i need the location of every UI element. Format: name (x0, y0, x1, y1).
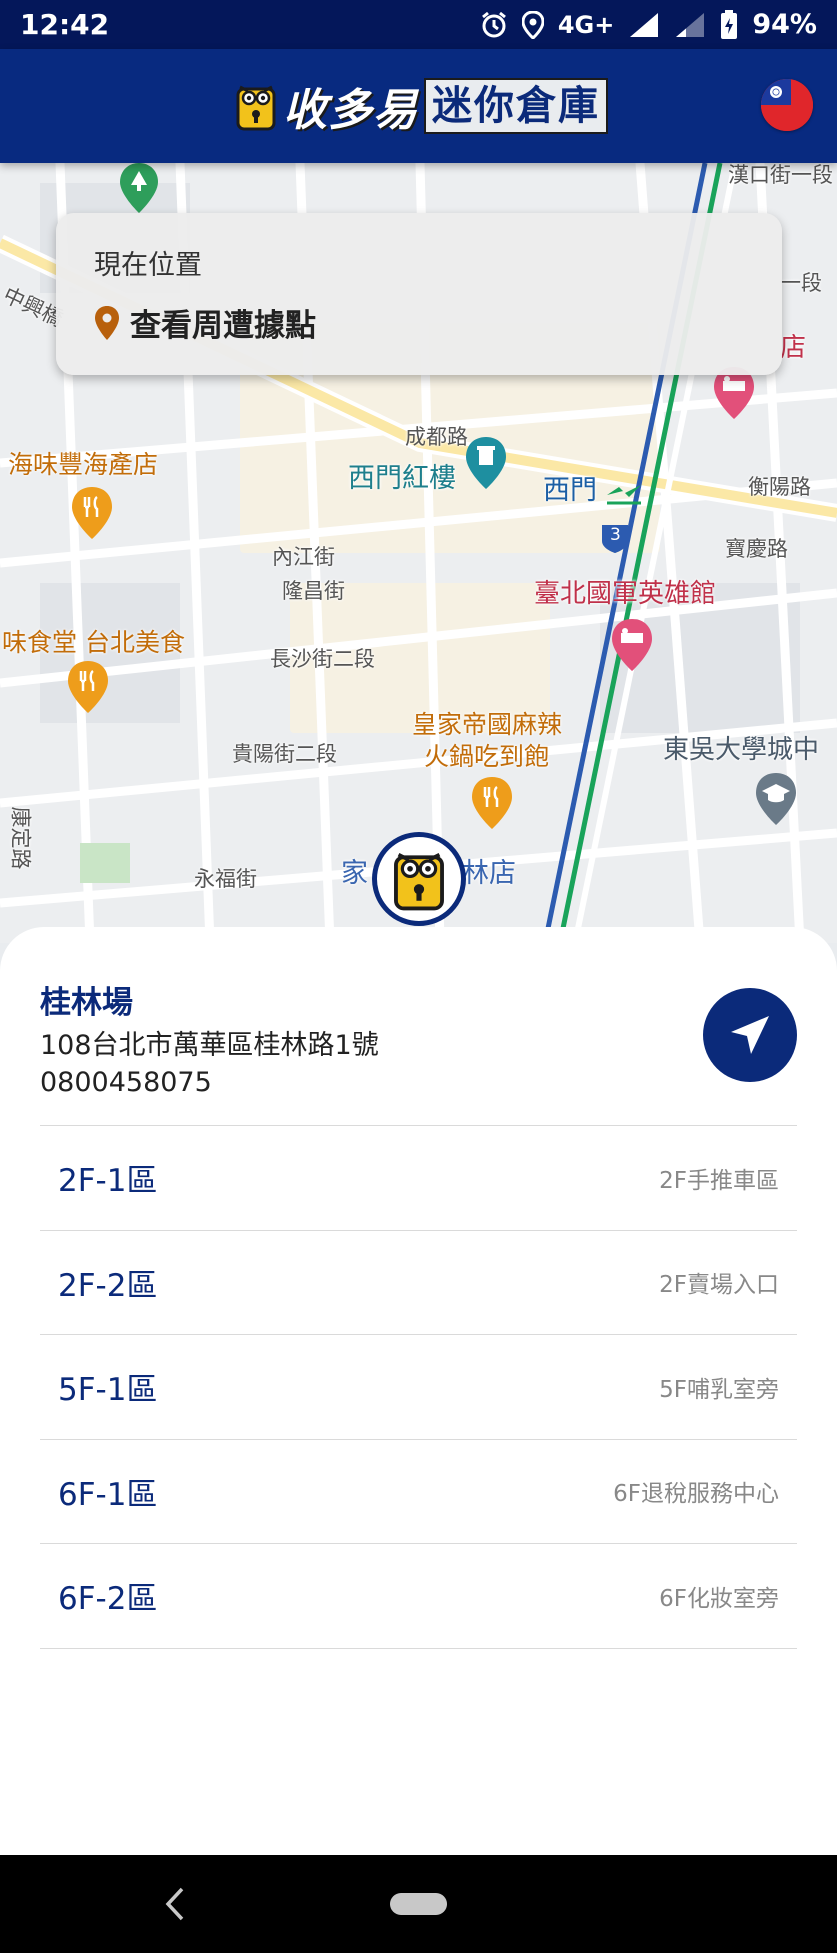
zone-row-2[interactable]: 5F-1區 5F哺乳室旁 (40, 1335, 797, 1440)
location-icon (521, 10, 544, 39)
map-label-ximen-red-house: 西門紅樓 (348, 463, 456, 494)
map-label-chengdu: 成都路 (405, 425, 468, 449)
map-label-store-right: 林店 (462, 858, 516, 889)
back-icon[interactable] (160, 1885, 190, 1923)
location-pin-icon (95, 305, 119, 340)
zone-name: 2F-2區 (58, 1267, 158, 1304)
brand-subtitle: 迷你倉庫 (424, 78, 608, 134)
hotel-pin-icon-2[interactable] (610, 617, 654, 673)
restaurant-pin-icon-2[interactable] (66, 659, 110, 715)
school-pin-icon[interactable] (754, 771, 798, 827)
zone-row-1[interactable]: 2F-2區 2F賣場入口 (40, 1231, 797, 1335)
map-label-duan: 一段 (780, 271, 822, 295)
signal-icon (630, 12, 659, 37)
map-label-guiyang: 貴陽街二段 (232, 742, 337, 766)
store-detail-sheet: 桂林場 108台北市萬華區桂林路1號 0800458075 2F-1區 2F手推… (0, 927, 837, 1855)
network-type: 4G+ (557, 10, 615, 39)
map-label-store-left: 家 (341, 858, 368, 889)
landmark-pin-icon[interactable] (464, 435, 508, 491)
restaurant-pin-icon-3[interactable] (470, 775, 514, 831)
map-label-changsha: 長沙街二段 (270, 647, 375, 671)
owl-lock-icon (236, 85, 276, 131)
home-pill-button[interactable] (390, 1893, 447, 1915)
store-address: 108台北市萬華區桂林路1號 (40, 1030, 379, 1061)
map-label-hero-house: 臺北國軍英雄館 (534, 579, 717, 609)
view-nearby-button[interactable]: 查看周遭據點 (94, 300, 744, 345)
zone-description: 6F化妝室旁 (659, 1585, 779, 1612)
route-number: 3 (610, 525, 621, 545)
app-logo: 收多易 迷你倉庫 (235, 74, 608, 138)
map-label-dian: 店 (780, 333, 807, 363)
mrt-station-icon[interactable] (605, 483, 643, 507)
zone-description: 5F哺乳室旁 (659, 1376, 779, 1403)
taiwan-flag-icon (761, 79, 813, 131)
zone-description: 6F退稅服務中心 (613, 1481, 779, 1508)
map-label-kangding: 康定路 (8, 806, 33, 870)
zone-name: 5F-1區 (58, 1372, 158, 1409)
signal-weak-icon (676, 12, 705, 37)
status-icons: 4G+ 94% (480, 9, 817, 40)
system-navigation-bar (0, 1855, 837, 1953)
map-label-neijiang: 內江街 (272, 545, 335, 569)
navigate-button[interactable] (703, 988, 797, 1082)
app-header: 收多易 迷你倉庫 (0, 49, 837, 163)
battery-percent: 94% (752, 9, 817, 40)
current-location-title: 現在位置 (94, 250, 202, 281)
zone-description: 2F手推車區 (659, 1167, 779, 1194)
zone-description: 2F賣場入口 (659, 1272, 779, 1299)
map-label-yongfu: 永福街 (194, 867, 257, 891)
map-label-hankou: 漢口街一段 (728, 163, 833, 187)
map-label-longshan: 隆昌街 (282, 579, 345, 603)
alarm-icon (481, 11, 506, 37)
zone-row-4[interactable]: 6F-2區 6F化妝室旁 (40, 1544, 797, 1649)
park-pin-icon[interactable] (118, 163, 160, 215)
brand-name: 收多易 (283, 85, 418, 136)
map-label-seafood: 海味豐海產店 (8, 450, 159, 479)
store-map-marker[interactable] (372, 832, 466, 926)
map-label-hotpot-1: 皇家帝國麻辣 (412, 710, 563, 739)
owl-lock-icon (394, 852, 444, 911)
language-flag-button[interactable] (761, 79, 813, 131)
navigation-arrow-icon (731, 1016, 769, 1054)
map-label-hotpot-2: 火鍋吃到飽 (424, 742, 550, 771)
status-time: 12:42 (20, 8, 110, 41)
map-label-soochow: 東吳大學城中 (663, 735, 820, 765)
zone-name: 2F-1區 (58, 1163, 158, 1200)
restaurant-pin-icon[interactable] (70, 485, 114, 541)
zone-name: 6F-1區 (58, 1476, 158, 1513)
view-nearby-label: 查看周遭據點 (130, 308, 316, 344)
zone-row-0[interactable]: 2F-1區 2F手推車區 (40, 1126, 797, 1231)
store-phone[interactable]: 0800458075 (40, 1067, 212, 1098)
zone-name: 6F-2區 (58, 1581, 158, 1618)
map-label-ximen-station: 西門 (543, 475, 597, 506)
map-label-taipei-food: 味食堂 台北美食 (2, 628, 185, 657)
map-label-hengyang: 衡陽路 (748, 475, 811, 499)
zone-list: 2F-1區 2F手推車區 2F-2區 2F賣場入口 5F-1區 5F哺乳室旁 6… (40, 1125, 797, 1649)
current-location-card[interactable]: 現在位置 查看周遭據點 (56, 213, 782, 375)
status-bar: 12:42 4G+ 94% (0, 0, 837, 49)
zone-row-3[interactable]: 6F-1區 6F退稅服務中心 (40, 1440, 797, 1544)
store-name: 桂林場 (40, 985, 133, 1021)
battery-icon (721, 9, 738, 39)
map-label-baoqing: 寶慶路 (725, 537, 788, 561)
